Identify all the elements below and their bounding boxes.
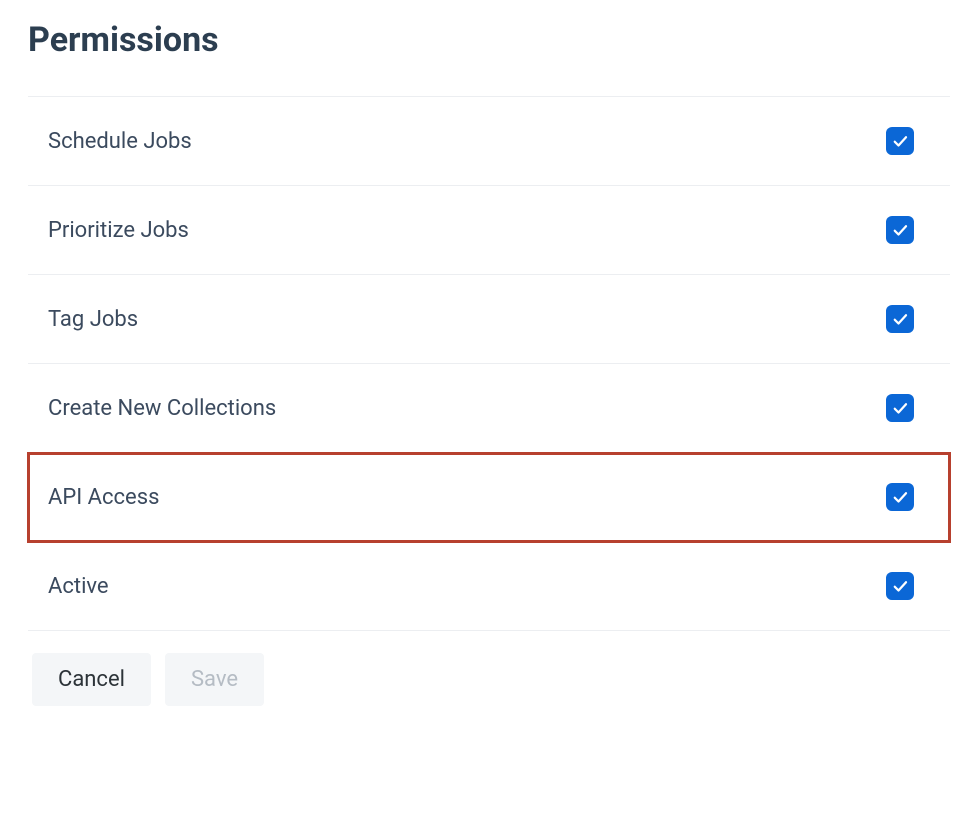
permission-checkbox[interactable] (886, 572, 914, 600)
permission-checkbox[interactable] (886, 127, 914, 155)
permissions-list: Schedule Jobs Prioritize Jobs Tag Jobs Crea… (28, 96, 950, 631)
permission-checkbox[interactable] (886, 483, 914, 511)
permission-row: API Access (28, 453, 950, 542)
permission-label: Active (48, 574, 109, 599)
permission-label: Schedule Jobs (48, 129, 192, 154)
check-icon (891, 577, 909, 595)
check-icon (891, 132, 909, 150)
check-icon (891, 399, 909, 417)
permission-label: Prioritize Jobs (48, 218, 189, 243)
permission-checkbox[interactable] (886, 305, 914, 333)
permission-row: Tag Jobs (28, 275, 950, 364)
check-icon (891, 488, 909, 506)
permission-label: Create New Collections (48, 396, 276, 421)
permission-row: Create New Collections (28, 364, 950, 453)
cancel-button[interactable]: Cancel (32, 653, 151, 706)
permission-row: Active (28, 542, 950, 631)
check-icon (891, 221, 909, 239)
button-bar: Cancel Save (28, 653, 950, 706)
permission-label: API Access (48, 485, 159, 510)
permission-checkbox[interactable] (886, 216, 914, 244)
permission-row: Prioritize Jobs (28, 186, 950, 275)
permission-checkbox[interactable] (886, 394, 914, 422)
permission-row: Schedule Jobs (28, 97, 950, 186)
check-icon (891, 310, 909, 328)
save-button: Save (165, 653, 264, 706)
page-title: Permissions (28, 20, 950, 60)
permission-label: Tag Jobs (48, 307, 138, 332)
